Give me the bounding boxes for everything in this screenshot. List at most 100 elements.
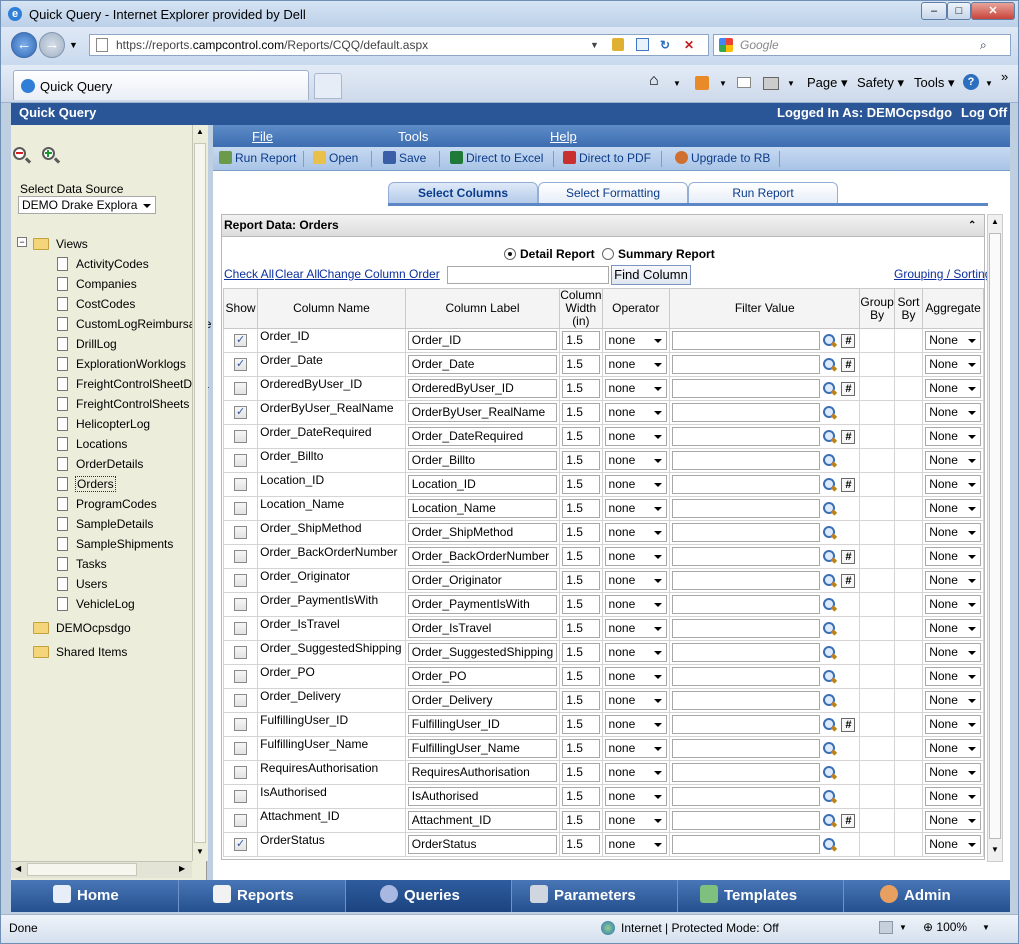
feeds-dropdown-icon[interactable]: ▼ [719,79,727,88]
group-by-cell[interactable] [859,784,895,809]
sidebar-hscroll-thumb[interactable] [27,863,137,876]
menu-file[interactable]: File [252,129,273,144]
zoom-dropdown-icon[interactable]: ▼ [982,923,990,932]
sort-by-cell[interactable] [893,664,924,689]
tab-run-report[interactable]: Run Report [688,182,838,204]
sidebar-vertical-scrollbar[interactable]: ▲ ▼ [192,125,208,861]
show-checkbox[interactable] [234,670,248,683]
sidebar-scroll-thumb[interactable] [194,143,206,843]
nav-admin[interactable]: Admin [844,880,1010,912]
sidebar-horizontal-scrollbar[interactable]: ◀ ▶ [11,861,192,878]
sort-by-cell[interactable] [893,760,924,785]
operator-select[interactable]: none [604,811,668,830]
operator-select[interactable]: none [604,427,668,446]
main-scroll-up-icon[interactable]: ▲ [991,217,999,226]
collapse-panel-icon[interactable]: ⌃ [968,215,976,236]
zoom-in-icon[interactable] [42,147,61,165]
tree-view-item[interactable]: ProgramCodes [76,497,157,511]
sort-by-cell[interactable] [893,712,924,737]
show-checkbox[interactable] [234,646,248,659]
group-by-cell[interactable] [859,616,895,641]
operator-select[interactable]: none [604,403,668,422]
print-icon[interactable] [763,77,779,90]
logoff-link[interactable]: Log Off [961,103,1007,123]
tree-folder-item[interactable]: DEMOcpsdgo [56,621,131,635]
home-icon[interactable]: ⌂ [649,72,659,90]
aggregate-select[interactable]: None [925,475,981,494]
tree-view-item[interactable]: FreightControlSheetDeta [76,377,209,391]
column-width-input[interactable]: 1.5 [562,619,600,638]
operator-select[interactable]: none [604,547,668,566]
column-width-input[interactable]: 1.5 [562,427,600,446]
show-checkbox[interactable] [234,766,248,779]
column-width-input[interactable]: 1.5 [562,595,600,614]
tree-view-item[interactable]: HelicopterLog [76,417,150,431]
operator-select[interactable]: none [604,379,668,398]
column-label-input[interactable]: Order_SuggestedShipping [407,643,558,662]
column-width-input[interactable]: 1.5 [562,379,600,398]
tools-menu[interactable]: Tools ▾ [914,75,955,91]
aggregate-select[interactable]: None [925,499,981,518]
filter-value-input[interactable] [672,811,821,830]
search-icon[interactable] [823,477,837,492]
show-checkbox[interactable] [234,478,248,491]
column-label-input[interactable]: Order_PO [407,667,558,686]
hash-icon[interactable]: # [841,549,856,564]
column-label-input[interactable]: Order_Originator [407,571,558,590]
sort-by-cell[interactable] [893,568,924,593]
search-icon[interactable] [823,717,837,732]
nav-queries[interactable]: Queries [346,880,512,912]
search-icon[interactable] [823,501,837,516]
filter-value-input[interactable] [672,619,821,638]
show-checkbox[interactable] [234,598,248,611]
scroll-up-icon[interactable]: ▲ [196,127,204,136]
group-by-cell[interactable] [859,760,895,785]
filter-value-input[interactable] [672,427,821,446]
filter-value-input[interactable] [672,715,821,734]
aggregate-select[interactable]: None [925,835,981,854]
column-label-input[interactable]: Order_BackOrderNumber [407,547,558,566]
sort-by-cell[interactable] [893,784,924,809]
sort-by-cell[interactable] [893,424,924,449]
lock-icon[interactable] [612,38,624,51]
aggregate-select[interactable]: None [925,331,981,350]
aggregate-select[interactable]: None [925,715,981,734]
column-label-input[interactable]: Order_ID [407,331,558,350]
clear-all-link[interactable]: Clear All [275,267,320,281]
tab-select-columns[interactable]: Select Columns [388,182,538,204]
scroll-left-icon[interactable]: ◀ [15,864,21,873]
operator-select[interactable]: none [604,667,668,686]
filter-value-input[interactable] [672,355,821,374]
scroll-right-icon[interactable]: ▶ [179,864,185,873]
group-by-cell[interactable] [859,448,895,473]
sort-by-cell[interactable] [893,832,924,857]
column-label-input[interactable]: Attachment_ID [407,811,558,830]
show-checkbox[interactable] [234,526,248,539]
maximize-button[interactable]: □ [947,2,971,20]
main-scroll-down-icon[interactable]: ▼ [991,845,999,854]
operator-select[interactable]: none [604,355,668,374]
show-checkbox[interactable] [234,790,248,803]
show-checkbox[interactable]: ✓ [234,334,248,347]
aggregate-select[interactable]: None [925,691,981,710]
nav-parameters[interactable]: Parameters [512,880,678,912]
chevron-more-icon[interactable]: » [1001,69,1008,84]
status-dropdown-icon[interactable]: ▼ [899,923,907,932]
aggregate-select[interactable]: None [925,643,981,662]
aggregate-select[interactable]: None [925,787,981,806]
search-icon[interactable] [823,525,837,540]
hash-icon[interactable]: # [841,477,856,492]
filter-value-input[interactable] [672,691,821,710]
column-label-input[interactable]: Order_DateRequired [407,427,558,446]
help-icon[interactable]: ? [963,74,979,90]
refresh-icon[interactable]: ↻ [660,35,670,55]
group-by-cell[interactable] [859,544,895,569]
operator-select[interactable]: none [604,451,668,470]
show-checkbox[interactable] [234,454,248,467]
column-width-input[interactable]: 1.5 [562,355,600,374]
zoom-level[interactable]: ⊕ 100% [923,920,967,934]
sort-by-cell[interactable] [893,736,924,761]
history-dropdown-icon[interactable]: ▼ [69,40,78,50]
filter-value-input[interactable] [672,403,821,422]
nav-home[interactable]: Home [11,880,179,912]
